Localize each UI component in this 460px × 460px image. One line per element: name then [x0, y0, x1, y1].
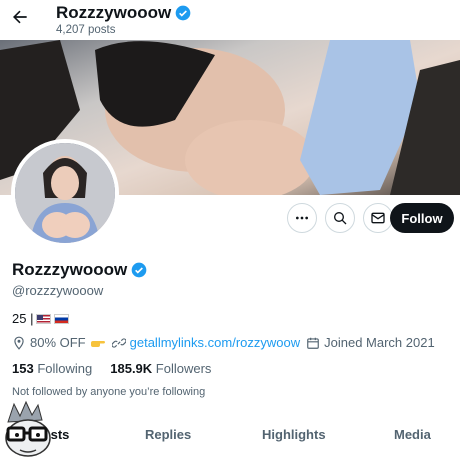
- following-link[interactable]: 153 Following: [12, 361, 92, 376]
- profile-meta: 80% OFF getallmylinks.com/rozzywoow Join…: [12, 335, 435, 350]
- followers-link[interactable]: 185.9K Followers: [110, 361, 211, 376]
- header-title: Rozzzywooow: [56, 3, 172, 22]
- joined-item: Joined March 2021: [306, 335, 435, 350]
- us-flag-icon: [36, 313, 52, 324]
- russia-flag-icon: [54, 313, 70, 324]
- search-icon: [334, 212, 347, 225]
- profile-actions: [287, 203, 393, 233]
- profile-tabs: Posts Replies Highlights Media: [0, 420, 460, 460]
- envelope-icon: [371, 212, 385, 224]
- not-followed-note: Not followed by anyone you’re following: [12, 386, 206, 398]
- post-count: 4,207 posts: [56, 24, 116, 36]
- link-icon: [111, 337, 126, 348]
- verified-badge-icon: [175, 5, 191, 21]
- pointing-hand-emoji-icon: [90, 340, 105, 347]
- more-horizontal-icon: [296, 216, 308, 220]
- bio-text: 25 |: [12, 311, 34, 326]
- promo-text: 80% OFF: [30, 335, 86, 350]
- location-pin-icon: [14, 336, 24, 350]
- calendar-icon: [307, 337, 319, 349]
- tab-highlights[interactable]: Highlights: [262, 427, 326, 442]
- profile-handle: @rozzzywooow: [12, 283, 104, 298]
- cartoon-mascot-overlay: [5, 400, 51, 457]
- profile-name: Rozzzywooow: [12, 260, 128, 279]
- profile-name-row: Rozzzywooow: [12, 260, 147, 280]
- follow-button[interactable]: Follow: [390, 203, 454, 233]
- message-button[interactable]: [363, 203, 393, 233]
- profile-avatar[interactable]: [11, 139, 119, 247]
- more-options-button[interactable]: [287, 203, 317, 233]
- verified-badge-icon: [131, 262, 147, 278]
- top-bar: Rozzzywooow 4,207 posts: [0, 0, 460, 40]
- joined-date: Joined March 2021: [324, 335, 435, 350]
- search-profile-button[interactable]: [325, 203, 355, 233]
- tab-media[interactable]: Media: [394, 427, 431, 442]
- follow-counts: 153 Following 185.9K Followers: [12, 361, 211, 376]
- profile-bio: 25 |: [12, 311, 70, 326]
- website-link[interactable]: getallmylinks.com/rozzywoow: [130, 335, 301, 350]
- tab-replies[interactable]: Replies: [145, 427, 191, 442]
- website-item[interactable]: getallmylinks.com/rozzywoow: [111, 335, 301, 350]
- back-arrow-icon[interactable]: [10, 7, 30, 27]
- location-item: 80% OFF: [12, 335, 106, 350]
- header-title-row: Rozzzywooow: [56, 3, 191, 23]
